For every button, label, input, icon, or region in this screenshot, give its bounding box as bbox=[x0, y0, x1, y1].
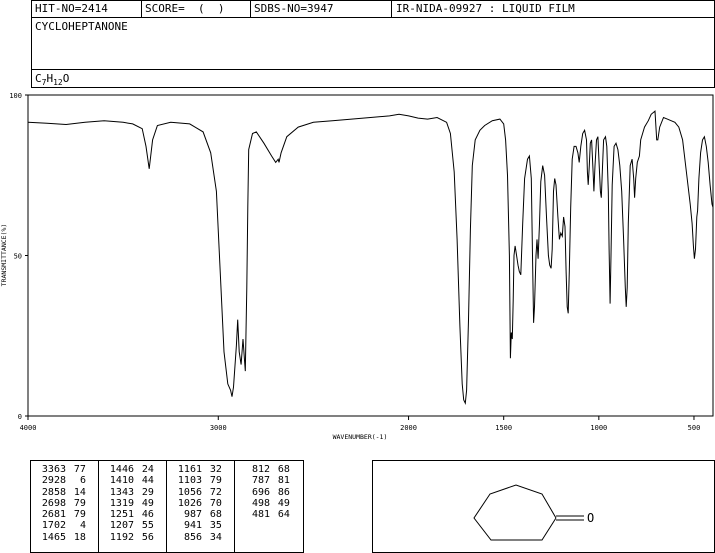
oxygen-atom: O bbox=[587, 511, 594, 525]
peak-transmittance: 68 bbox=[209, 509, 234, 521]
peak-table-row: 2681 79 1251 46 987 68 481 64 bbox=[30, 509, 302, 520]
peak-transmittance: 6 bbox=[79, 475, 98, 487]
peak-table: 3363 77 1446 24 1161 32 812 68 2928 6 1410 44 … bbox=[30, 464, 302, 543]
plot-frame bbox=[27, 94, 714, 417]
peak-wavenumber: 1192 bbox=[109, 531, 134, 543]
peak-wavenumber: 787 bbox=[251, 475, 270, 487]
peak-wavenumber: 1446 bbox=[109, 464, 134, 475]
peak-wavenumber bbox=[234, 520, 270, 531]
y-axis: 0 50 100 bbox=[9, 92, 28, 421]
peak-wavenumber: 1251 bbox=[109, 509, 134, 521]
peak-transmittance: 56 bbox=[141, 531, 166, 543]
x-tick-label: 2000 bbox=[400, 424, 417, 432]
heptagon-ring bbox=[473, 484, 557, 541]
peak-wavenumber: 1319 bbox=[109, 497, 134, 509]
y-tick-label: 50 bbox=[14, 253, 22, 261]
peak-wavenumber bbox=[234, 532, 270, 543]
peak-wavenumber: 812 bbox=[251, 464, 270, 475]
peak-wavenumber: 3363 bbox=[41, 464, 66, 475]
x-tick-label: 3000 bbox=[210, 424, 227, 432]
peak-wavenumber: 1702 bbox=[41, 520, 66, 532]
peak-transmittance bbox=[270, 532, 302, 543]
peak-wavenumber: 856 bbox=[183, 531, 202, 543]
peak-wavenumber: 941 bbox=[183, 520, 202, 532]
peak-wavenumber: 2858 bbox=[41, 486, 66, 498]
peak-transmittance: 72 bbox=[209, 486, 234, 498]
peak-transmittance: 49 bbox=[141, 497, 166, 509]
peak-table-row: 2698 79 1319 49 1026 70 498 49 bbox=[30, 498, 302, 509]
peak-table-row: 3363 77 1446 24 1161 32 812 68 bbox=[30, 464, 302, 475]
peak-transmittance: 77 bbox=[73, 464, 98, 475]
peak-wavenumber: 1465 bbox=[41, 531, 66, 543]
peak-wavenumber: 1207 bbox=[109, 520, 134, 532]
peak-wavenumber: 1026 bbox=[177, 497, 202, 509]
x-tick-label: 1000 bbox=[590, 424, 607, 432]
peak-transmittance: 34 bbox=[209, 531, 234, 543]
peak-wavenumber: 1343 bbox=[109, 486, 134, 498]
peak-transmittance: 18 bbox=[73, 531, 98, 543]
x-tick-label: 4000 bbox=[20, 424, 37, 432]
peak-transmittance: 44 bbox=[141, 475, 166, 487]
x-tick-label: 1500 bbox=[495, 424, 512, 432]
peak-wavenumber: 2681 bbox=[41, 509, 66, 521]
peak-transmittance: 79 bbox=[73, 509, 98, 521]
peak-wavenumber: 696 bbox=[251, 486, 270, 498]
peak-transmittance: 55 bbox=[141, 520, 166, 532]
peak-table-row: 1702 4 1207 55 941 35 bbox=[30, 520, 302, 531]
peak-transmittance bbox=[270, 520, 302, 531]
peak-transmittance: 4 bbox=[79, 520, 98, 532]
peak-wavenumber: 987 bbox=[183, 509, 202, 521]
peak-table-row: 1465 18 1192 56 856 34 bbox=[30, 532, 302, 543]
peak-wavenumber: 1103 bbox=[177, 475, 202, 487]
peak-wavenumber: 1161 bbox=[177, 464, 202, 475]
peak-transmittance: 81 bbox=[277, 475, 302, 487]
cycloheptanone-structure: O bbox=[473, 484, 594, 541]
peak-wavenumber: 481 bbox=[251, 509, 270, 521]
y-axis-label: TRANSMITTANCE(%) bbox=[0, 224, 8, 287]
peak-transmittance: 24 bbox=[141, 464, 166, 475]
x-axis-label: WAVENUMBER(-1) bbox=[333, 433, 388, 441]
peak-transmittance: 86 bbox=[277, 486, 302, 498]
peak-transmittance: 64 bbox=[277, 509, 302, 521]
peak-transmittance: 14 bbox=[73, 486, 98, 498]
ir-spectrum-chart: 0 50 100 4000 3000 2000 1500 1000 500 TRANSMITT… bbox=[0, 92, 714, 441]
peak-wavenumber: 2698 bbox=[41, 497, 66, 509]
spectrum-series-line bbox=[27, 110, 714, 406]
peak-transmittance: 46 bbox=[141, 509, 166, 521]
peak-transmittance: 70 bbox=[209, 497, 234, 509]
x-axis: 4000 3000 2000 1500 1000 500 bbox=[20, 416, 701, 432]
peak-wavenumber: 1410 bbox=[109, 475, 134, 487]
y-tick-label: 100 bbox=[9, 92, 22, 100]
peak-wavenumber: 498 bbox=[251, 497, 270, 509]
x-tick-label: 500 bbox=[688, 424, 701, 432]
peak-table-row: 2858 14 1343 29 1056 72 696 86 bbox=[30, 487, 302, 498]
peak-transmittance: 79 bbox=[209, 475, 234, 487]
peak-wavenumber: 1056 bbox=[177, 486, 202, 498]
ring-bonds bbox=[473, 484, 584, 541]
peak-wavenumber: 2928 bbox=[41, 475, 66, 487]
peak-table-row: 2928 6 1410 44 1103 79 787 81 bbox=[30, 475, 302, 486]
y-tick-label: 0 bbox=[18, 413, 22, 421]
peak-transmittance: 68 bbox=[277, 464, 302, 475]
peak-transmittance: 32 bbox=[209, 464, 234, 475]
peak-transmittance: 79 bbox=[73, 497, 98, 509]
peak-transmittance: 29 bbox=[141, 486, 166, 498]
peak-transmittance: 35 bbox=[209, 520, 234, 532]
peak-transmittance: 49 bbox=[277, 497, 302, 509]
